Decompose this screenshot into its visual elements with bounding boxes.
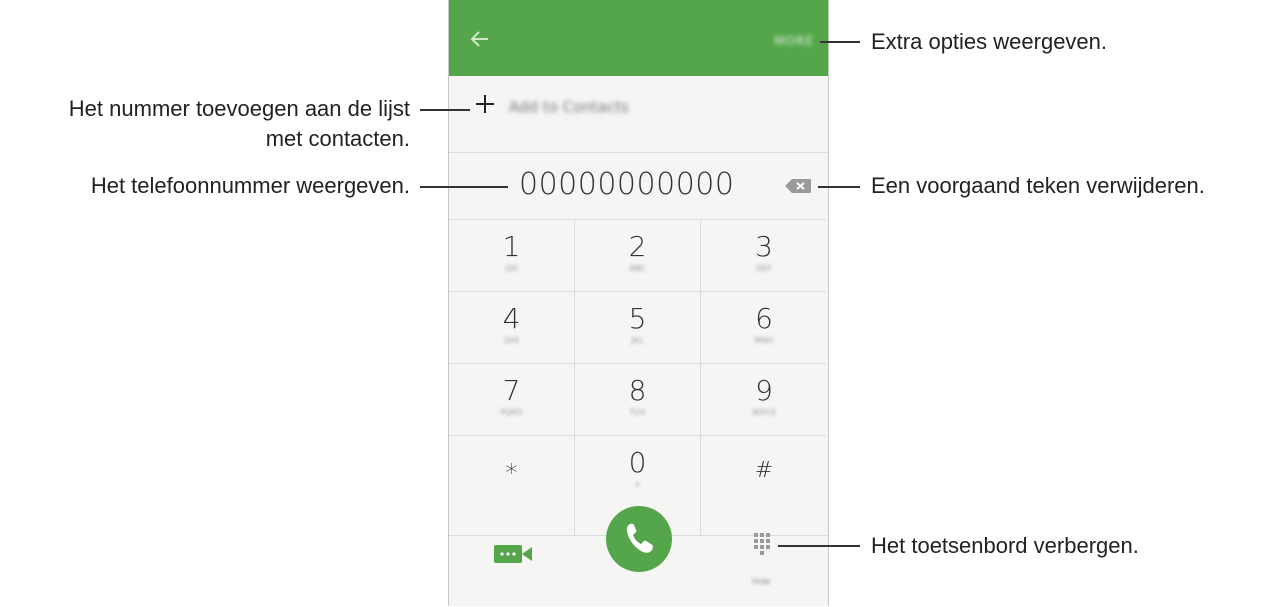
key-letters: QO bbox=[505, 264, 518, 273]
key-letters: GHI bbox=[504, 336, 519, 345]
key-letters: ABC bbox=[629, 264, 646, 273]
key-letters: DEF bbox=[756, 264, 772, 273]
call-button[interactable] bbox=[606, 506, 672, 572]
keypad: 1 QO 2 ABC 3 DEF 4 GHI 5 JKL 6 MNO 7 PQR… bbox=[449, 219, 828, 535]
hide-keypad-label[interactable]: Hide bbox=[752, 577, 770, 586]
key-digit: 4 bbox=[502, 302, 521, 335]
callout-hide-keypad: Het toetsenbord verbergen. bbox=[871, 533, 1139, 558]
key-8[interactable]: 8 TUV bbox=[575, 363, 701, 435]
phone-number-display[interactable]: 00000000000 bbox=[519, 167, 734, 202]
key-letters: JKL bbox=[631, 336, 644, 345]
key-1[interactable]: 1 QO bbox=[449, 219, 575, 291]
phone-icon bbox=[626, 523, 653, 553]
callout-line-more bbox=[820, 41, 860, 43]
callout-add-contact-line2: met contacten. bbox=[265, 126, 410, 151]
key-letters: MNO bbox=[754, 336, 774, 345]
key-3[interactable]: 3 DEF bbox=[701, 219, 827, 291]
key-digit: 3 bbox=[755, 230, 773, 263]
key-digit: 5 bbox=[628, 302, 647, 335]
key-digit: * bbox=[505, 459, 518, 487]
callout-delete-char: Een voorgaand teken verwijderen. bbox=[871, 173, 1205, 198]
key-letters: TUV bbox=[629, 408, 646, 417]
callout-more-options: Extra opties weergeven. bbox=[871, 29, 1108, 54]
back-arrow-icon[interactable] bbox=[469, 28, 491, 50]
key-digit: 7 bbox=[502, 374, 521, 407]
video-call-icon[interactable] bbox=[494, 543, 534, 565]
key-letters: PQRS bbox=[500, 408, 523, 417]
key-star[interactable]: * bbox=[449, 435, 575, 535]
callout-line-add bbox=[420, 109, 470, 111]
add-to-contacts-row[interactable] bbox=[449, 76, 828, 153]
key-6[interactable]: 6 MNO bbox=[701, 291, 827, 363]
callout-line-dialpad bbox=[778, 545, 860, 547]
backspace-icon[interactable] bbox=[785, 179, 811, 193]
key-digit: 2 bbox=[628, 230, 647, 263]
callout-add-contact: Het nummer toevoegen aan de lijst met co… bbox=[0, 94, 410, 154]
key-9[interactable]: 9 WXYZ bbox=[701, 363, 827, 435]
key-digit: # bbox=[754, 458, 774, 483]
key-digit: 6 bbox=[755, 302, 773, 335]
add-to-contacts-label[interactable]: Add to Contacts bbox=[509, 98, 629, 116]
callout-add-contact-line1: Het nummer toevoegen aan de lijst bbox=[68, 96, 410, 121]
dialpad-icon[interactable] bbox=[754, 533, 776, 557]
callout-show-number: Het telefoonnummer weergeven. bbox=[90, 173, 410, 198]
key-7[interactable]: 7 PQRS bbox=[449, 363, 575, 435]
callout-line-backspace bbox=[818, 186, 860, 188]
plus-icon[interactable] bbox=[475, 94, 495, 114]
key-letters: WXYZ bbox=[752, 408, 776, 417]
dialer-screen: MORE Add to Contacts 00000000000 1 QO 2 … bbox=[448, 0, 829, 606]
more-button[interactable]: MORE bbox=[774, 34, 814, 48]
key-letters: + bbox=[634, 480, 641, 489]
key-hash[interactable]: # bbox=[701, 435, 827, 535]
callout-line-number bbox=[420, 186, 508, 188]
key-digit: 9 bbox=[755, 374, 773, 407]
key-digit: 8 bbox=[628, 374, 647, 407]
key-2[interactable]: 2 ABC bbox=[575, 219, 701, 291]
key-5[interactable]: 5 JKL bbox=[575, 291, 701, 363]
key-digit: 0 bbox=[628, 446, 647, 479]
key-4[interactable]: 4 GHI bbox=[449, 291, 575, 363]
app-bar: MORE bbox=[449, 0, 828, 76]
key-digit: 1 bbox=[502, 230, 521, 263]
